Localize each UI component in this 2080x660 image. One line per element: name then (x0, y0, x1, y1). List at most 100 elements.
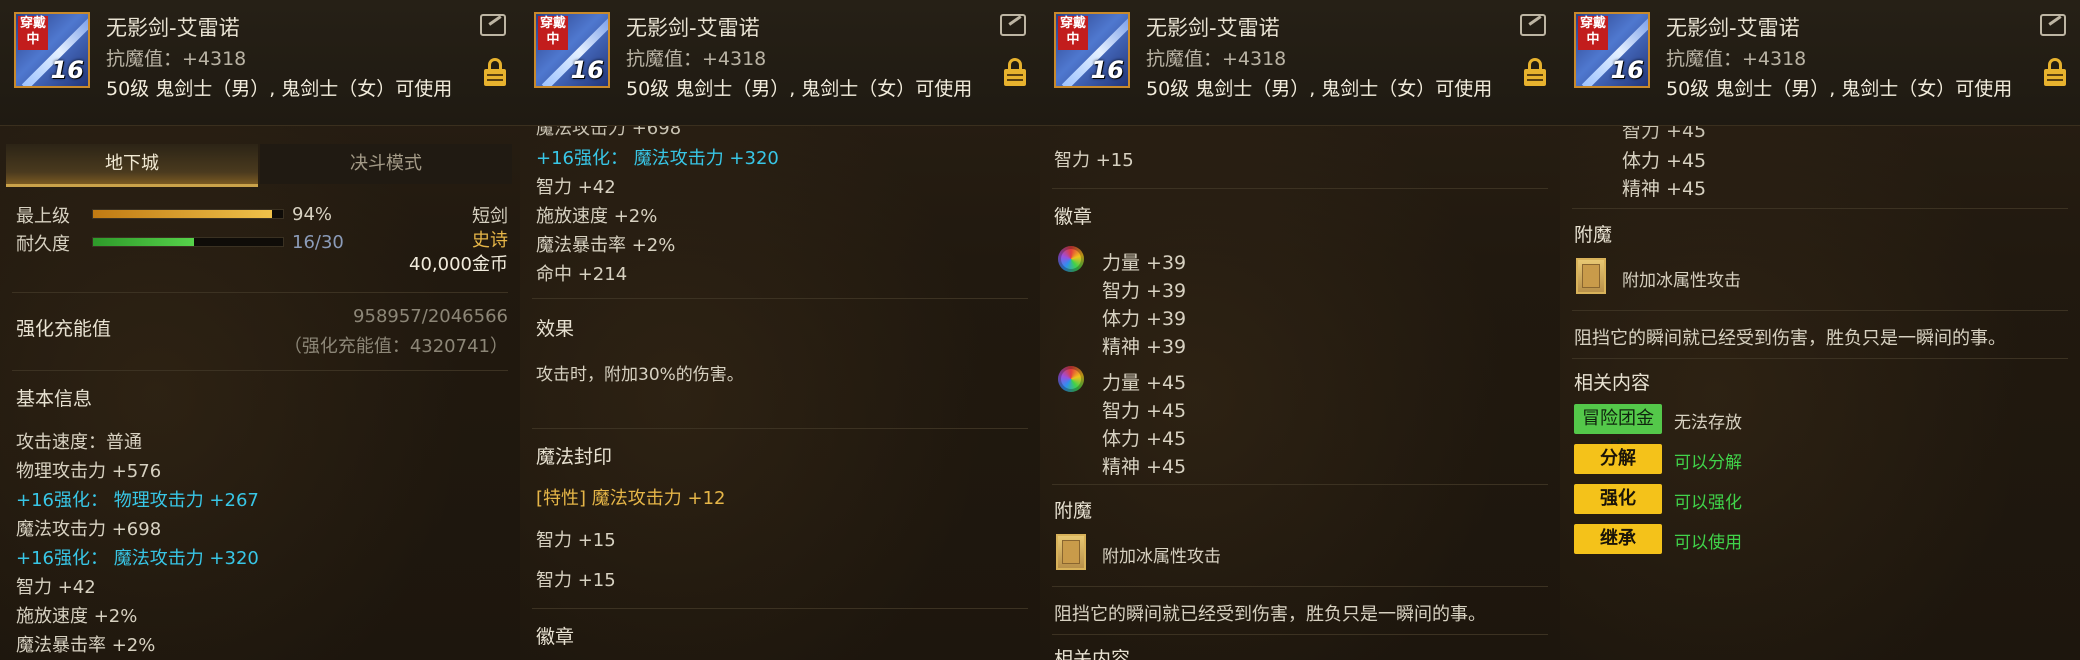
divider (1572, 208, 2068, 209)
stat-line: 命中 +214 (536, 264, 628, 285)
enchant-card-icon (1576, 258, 1606, 294)
level-requirement: 50级 鬼剑士（男）, 鬼剑士（女）可使用 (1666, 78, 2013, 100)
emblem-stat: 精神 +45 (1622, 178, 1707, 200)
stat-line: 魔法暴击率 +2% (536, 235, 676, 256)
grade-bar (92, 209, 284, 219)
stat-line: +16强化： 物理攻击力 +267 (16, 490, 259, 511)
tooltip-panel-3: 穿戴中 16 无影剑-艾雷诺 抗魔值：+4318 50级 鬼剑士（男）, 鬼剑士… (1040, 0, 1561, 660)
divider (12, 292, 508, 293)
effect-title: 效果 (536, 318, 575, 340)
reinforce-value: 958957/2046566 (353, 306, 508, 327)
stat-line: 智力 +42 (16, 577, 96, 598)
emblem-title: 徽章 (1054, 206, 1093, 228)
durability-value: 16/30 (292, 232, 344, 253)
enchant-text: 附加冰属性攻击 (1622, 271, 1741, 291)
lock-icon[interactable] (1524, 58, 1546, 86)
related-button[interactable]: 继承 (1574, 524, 1662, 554)
emblem-stat: 体力 +45 (1622, 150, 1707, 172)
sword-icon: 穿戴中 16 (1574, 12, 1650, 88)
emblem-stat: 智力 +45 (1102, 400, 1187, 422)
emblem-stat: 体力 +39 (1102, 308, 1187, 330)
rarity: 史诗 (472, 230, 508, 251)
equipped-badge: 穿戴中 (538, 16, 568, 50)
divider (532, 298, 1028, 299)
price: 40,000金币 (409, 254, 508, 275)
reinforce-level: 16 (1090, 56, 1124, 84)
divider (1052, 188, 1548, 189)
durability-bar (92, 237, 284, 247)
equipped-badge: 穿戴中 (1578, 16, 1608, 50)
emblem-stat: 精神 +45 (1102, 456, 1187, 478)
tooltip-panel-1: 穿戴中 16 无影剑-艾雷诺 抗魔值：+4318 50级 鬼剑士（男）, 鬼剑士… (0, 0, 521, 660)
reinforce-label: 强化充能值 (16, 318, 112, 340)
divider (1572, 310, 2068, 311)
item-header: 穿戴中 16 无影剑-艾雷诺 抗魔值：+4318 50级 鬼剑士（男）, 鬼剑士… (1560, 0, 2080, 126)
stat-line: +16强化： 魔法攻击力 +320 (16, 548, 259, 569)
item-name: 无影剑-艾雷诺 (1146, 16, 1280, 40)
share-icon[interactable] (1000, 14, 1026, 36)
stat-line: 魔法攻击力 +698 (16, 519, 162, 540)
emblem-stat: 智力 +39 (1102, 280, 1187, 302)
seal-line: 智力 +15 (536, 570, 616, 591)
grade-bar-fill (93, 210, 272, 218)
enchant-text: 附加冰属性攻击 (1102, 547, 1221, 567)
reinforce-level: 16 (50, 56, 84, 84)
related-button[interactable]: 冒险团金库 (1574, 404, 1662, 459)
anti-magic-value: 抗魔值：+4318 (1666, 48, 1807, 70)
seal-trait: [特性] 魔法攻击力 +12 (536, 484, 726, 510)
equipped-badge: 穿戴中 (1058, 16, 1088, 50)
enchant-card-icon (1056, 534, 1086, 570)
level-requirement: 50级 鬼剑士（男）, 鬼剑士（女）可使用 (626, 78, 973, 100)
sword-icon: 穿戴中 16 (534, 12, 610, 88)
divider (1052, 586, 1548, 587)
tab-duel-mode[interactable]: 决斗模式 (260, 144, 512, 184)
item-name: 无影剑-艾雷诺 (106, 16, 240, 40)
flavor-text: 阻挡它的瞬间就已经受到伤害，胜负只是一瞬间的事。 (1574, 328, 2006, 349)
emblem-stat: 精神 +39 (1102, 336, 1187, 358)
seal-trait-text: 魔法攻击力 +12 (591, 488, 726, 509)
equipped-badge: 穿戴中 (18, 16, 48, 50)
lock-icon[interactable] (2044, 58, 2066, 86)
level-requirement: 50级 鬼剑士（男）, 鬼剑士（女）可使用 (106, 78, 453, 100)
share-icon[interactable] (480, 14, 506, 36)
related-button[interactable]: 分解 (1574, 444, 1662, 474)
durability-label: 耐久度 (16, 234, 70, 255)
seal-line: 智力 +15 (536, 530, 616, 551)
anti-magic-value: 抗魔值：+4318 (106, 48, 247, 70)
lock-icon[interactable] (1004, 58, 1026, 86)
stat-line: 施放速度 +2% (536, 206, 658, 227)
anti-magic-value: 抗魔值：+4318 (1146, 48, 1287, 70)
grade-percent: 94% (292, 204, 333, 225)
stat-line: 智力 +15 (1054, 150, 1134, 171)
tooltip-body: 地下城 决斗模式 最上级 94% 耐久度 16/30 短剑 史诗 40,000金… (0, 126, 520, 660)
divider (1052, 634, 1548, 635)
stat-line: 智力 +42 (536, 177, 616, 198)
stat-line: 物理攻击力 +576 (16, 461, 162, 482)
reinforce-level: 16 (570, 56, 604, 84)
item-name: 无影剑-艾雷诺 (626, 16, 760, 40)
tooltip-body: 智力 +15 徽章 力量 +39 智力 +39 体力 +39 精神 +39 力量… (1040, 126, 1560, 660)
emblem-stat: 力量 +39 (1102, 252, 1187, 274)
tooltip-panel-2: 魔法攻击力 +698 +16强化： 魔法攻击力 +320 智力 +42 施放速度 +… (520, 0, 1041, 660)
emblem-title: 徽章 (536, 626, 575, 648)
stat-line: 魔法暴击率 +2% (16, 635, 156, 656)
reinforce-level: 16 (1610, 56, 1644, 84)
share-icon[interactable] (2040, 14, 2066, 36)
enchant-title: 附魔 (1574, 224, 1613, 246)
related-status: 无法存放 (1674, 413, 1742, 433)
anti-magic-value: 抗魔值：+4318 (626, 48, 767, 70)
related-button[interactable]: 强化 (1574, 484, 1662, 514)
durability-bar-fill (93, 238, 194, 246)
sword-icon: 穿戴中 16 (14, 12, 90, 88)
emblem-stat: 体力 +45 (1102, 428, 1187, 450)
related-title: 相关内容 (1574, 372, 1651, 394)
lock-icon[interactable] (484, 58, 506, 86)
reinforce-note: （强化充能值：4320741） (283, 336, 508, 357)
emblem-gem-icon (1058, 246, 1084, 272)
tab-dungeon[interactable]: 地下城 (6, 144, 258, 187)
weapon-type: 短剑 (472, 206, 508, 227)
stat-line: 施放速度 +2% (16, 606, 138, 627)
effect-text: 攻击时，附加30%的伤害。 (536, 365, 744, 385)
divider (1052, 484, 1548, 485)
share-icon[interactable] (1520, 14, 1546, 36)
